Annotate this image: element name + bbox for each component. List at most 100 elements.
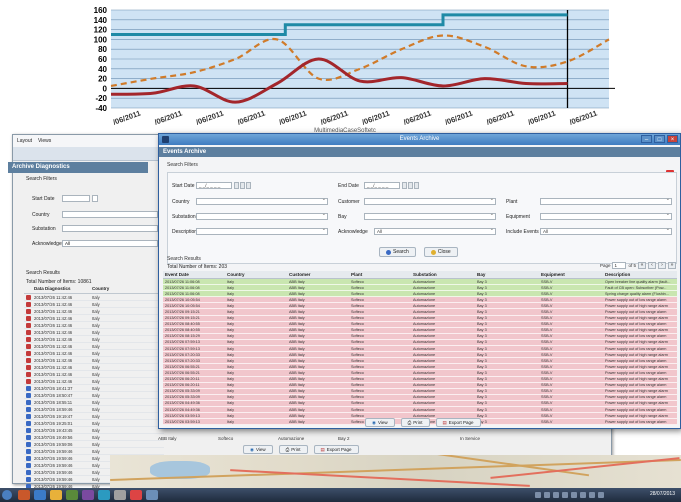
acknowledge-select[interactable]: All xyxy=(62,240,158,247)
search-button[interactable]: Search xyxy=(379,247,416,257)
calendar-icon[interactable] xyxy=(234,182,239,189)
table-row[interactable]: 2013/07/26 18:55:11 Italy xyxy=(24,399,164,406)
hour-spinner[interactable] xyxy=(240,182,245,189)
column-header[interactable]: Bay xyxy=(475,272,539,277)
table-row[interactable]: 2013/07/26 11:42:46 Italy xyxy=(24,357,164,364)
column-header[interactable]: Customer xyxy=(287,272,349,277)
equipment-select[interactable] xyxy=(540,212,672,220)
column-header[interactable]: Plant xyxy=(349,272,411,277)
start-date-input[interactable]: _ _/_ _ _ _ xyxy=(196,182,232,189)
cell-date: 2013/07/26 11:42:46 xyxy=(34,301,73,307)
cell-description: Power supply out of high range alarm xyxy=(605,328,668,333)
table-row[interactable]: 2013/07/26 11:42:46 Italy xyxy=(24,329,164,336)
table-row[interactable]: 2013/07/26 11:42:46 Italy xyxy=(24,378,164,385)
taskbar-app-icon[interactable] xyxy=(98,490,110,500)
table-row[interactable]: 2013/07/26 11:42:46 Italy xyxy=(24,364,164,371)
column-header[interactable]: Country xyxy=(225,272,287,277)
map-view[interactable] xyxy=(110,455,681,488)
table-row[interactable]: 2013/07/26 11:42:46 Italy xyxy=(24,322,164,329)
taskbar-app-icon[interactable] xyxy=(34,490,46,500)
start-date-input[interactable] xyxy=(62,195,90,202)
clock[interactable]: 28/07/2013 xyxy=(650,491,675,497)
column-header[interactable]: Data Diagnostics xyxy=(34,286,92,293)
table-row[interactable]: 2013/07/26 11:42:46 Italy xyxy=(24,343,164,350)
hour-spinner[interactable] xyxy=(408,182,413,189)
menu-item-views[interactable]: Views xyxy=(38,138,51,144)
table-row[interactable]: 2013/07/26 18:59:46 Italy xyxy=(24,406,164,413)
print-button[interactable]: ⎙ Print xyxy=(278,445,308,454)
customer-select[interactable] xyxy=(364,197,496,205)
table-row[interactable]: 2013/07/26 11:42:46 Italy xyxy=(24,336,164,343)
calendar-icon[interactable] xyxy=(402,182,407,189)
column-header[interactable]: Substation xyxy=(411,272,475,277)
taskbar-app-icon[interactable] xyxy=(50,490,62,500)
cell-equipment: SSB-V xyxy=(541,401,553,406)
tray-icon[interactable] xyxy=(589,492,595,498)
table-row[interactable]: 2013/07/26 19:59:06 Italy xyxy=(24,441,164,448)
taskbar-app-icon[interactable] xyxy=(82,490,94,500)
table-row[interactable]: 2013/07/26 19:25:01 Italy xyxy=(24,420,164,427)
table-row[interactable]: 2013/07/26 11:42:46 Italy xyxy=(24,371,164,378)
minimize-icon[interactable]: – xyxy=(641,135,652,143)
plant-select[interactable] xyxy=(540,197,672,205)
substation-select[interactable] xyxy=(62,225,158,232)
table-row[interactable]: 2013/07/26 11:42:46 Italy xyxy=(24,301,164,308)
tray-icon[interactable] xyxy=(562,492,568,498)
taskbar-app-icon[interactable] xyxy=(146,490,158,500)
description-select[interactable] xyxy=(196,227,328,235)
column-header[interactable]: Country xyxy=(92,286,142,293)
export-page-button[interactable]: ▤ Export Page xyxy=(435,418,481,427)
tray-icon[interactable] xyxy=(535,492,541,498)
tray-icon[interactable] xyxy=(571,492,577,498)
country-select[interactable] xyxy=(196,197,328,205)
table-row[interactable]: 2013/07/26 19:43:45 Italy xyxy=(24,427,164,434)
last-page-button[interactable]: » xyxy=(668,262,676,269)
close-button[interactable]: Close xyxy=(423,247,458,257)
table-row[interactable]: 2013/07/26 18:41:37 Italy xyxy=(24,385,164,392)
end-date-input[interactable]: _ _/_ _ _ _ xyxy=(364,182,400,189)
table-row[interactable]: 2013/07/26 19:49:56 Italy xyxy=(24,434,164,441)
tray-icon[interactable] xyxy=(553,492,559,498)
close-icon[interactable]: × xyxy=(667,135,678,143)
minute-spinner[interactable] xyxy=(246,182,251,189)
menu-item-layout[interactable]: Layout xyxy=(17,138,32,144)
table-row[interactable]: 2013/07/26 19:59:46 Italy xyxy=(24,448,164,455)
taskbar-app-icon[interactable] xyxy=(66,490,78,500)
country-select[interactable] xyxy=(62,211,158,218)
tray-icon[interactable] xyxy=(580,492,586,498)
view-button[interactable]: ◉ View xyxy=(243,445,273,454)
print-button[interactable]: ⎙ Print xyxy=(400,418,430,427)
view-button[interactable]: ◉ View xyxy=(365,418,395,427)
maximize-icon[interactable]: □ xyxy=(654,135,665,143)
page-input[interactable]: 1 xyxy=(612,262,627,269)
taskbar-app-icon[interactable] xyxy=(18,490,30,500)
cell-substation: Automazione xyxy=(413,334,436,339)
export-page-button[interactable]: ▤ Export Page xyxy=(313,445,359,454)
table-row[interactable]: 2013/07/26 11:42:46 Italy xyxy=(24,308,164,315)
include-events-select[interactable]: All xyxy=(540,227,672,235)
taskbar-app-icon[interactable] xyxy=(130,490,142,500)
first-page-button[interactable]: « xyxy=(638,262,646,269)
column-header[interactable]: Equipment xyxy=(539,272,603,277)
column-header[interactable]: Event Date xyxy=(163,272,225,277)
next-page-button[interactable]: › xyxy=(658,262,666,269)
calendar-icon[interactable] xyxy=(92,195,98,202)
table-row[interactable]: 2013/07/26 18:50:47 Italy xyxy=(24,392,164,399)
bay-select[interactable] xyxy=(364,212,496,220)
column-header[interactable]: Description xyxy=(603,272,677,277)
table-row[interactable]: 2013/07/26 11:42:46 Italy xyxy=(24,315,164,322)
table-row[interactable]: 2013/07/26 19:19:47 Italy xyxy=(24,413,164,420)
cell-event-date: 2013/07/26 09:15:21 xyxy=(165,316,200,321)
acknowledge-select[interactable]: All xyxy=(374,227,496,235)
prev-page-button[interactable]: ‹ xyxy=(648,262,656,269)
taskbar-app-icon[interactable] xyxy=(114,490,126,500)
minute-spinner[interactable] xyxy=(414,182,419,189)
table-row[interactable]: 2013/07/26 11:42:46 Italy xyxy=(24,294,164,301)
cell-plant: Softeco xyxy=(351,370,364,375)
tray-icon[interactable] xyxy=(544,492,550,498)
info-icon xyxy=(26,406,31,412)
tray-icon[interactable] xyxy=(598,492,604,498)
table-row[interactable]: 2013/07/26 11:42:46 Italy xyxy=(24,350,164,357)
substation-select[interactable] xyxy=(196,212,328,220)
start-button[interactable] xyxy=(2,490,12,500)
